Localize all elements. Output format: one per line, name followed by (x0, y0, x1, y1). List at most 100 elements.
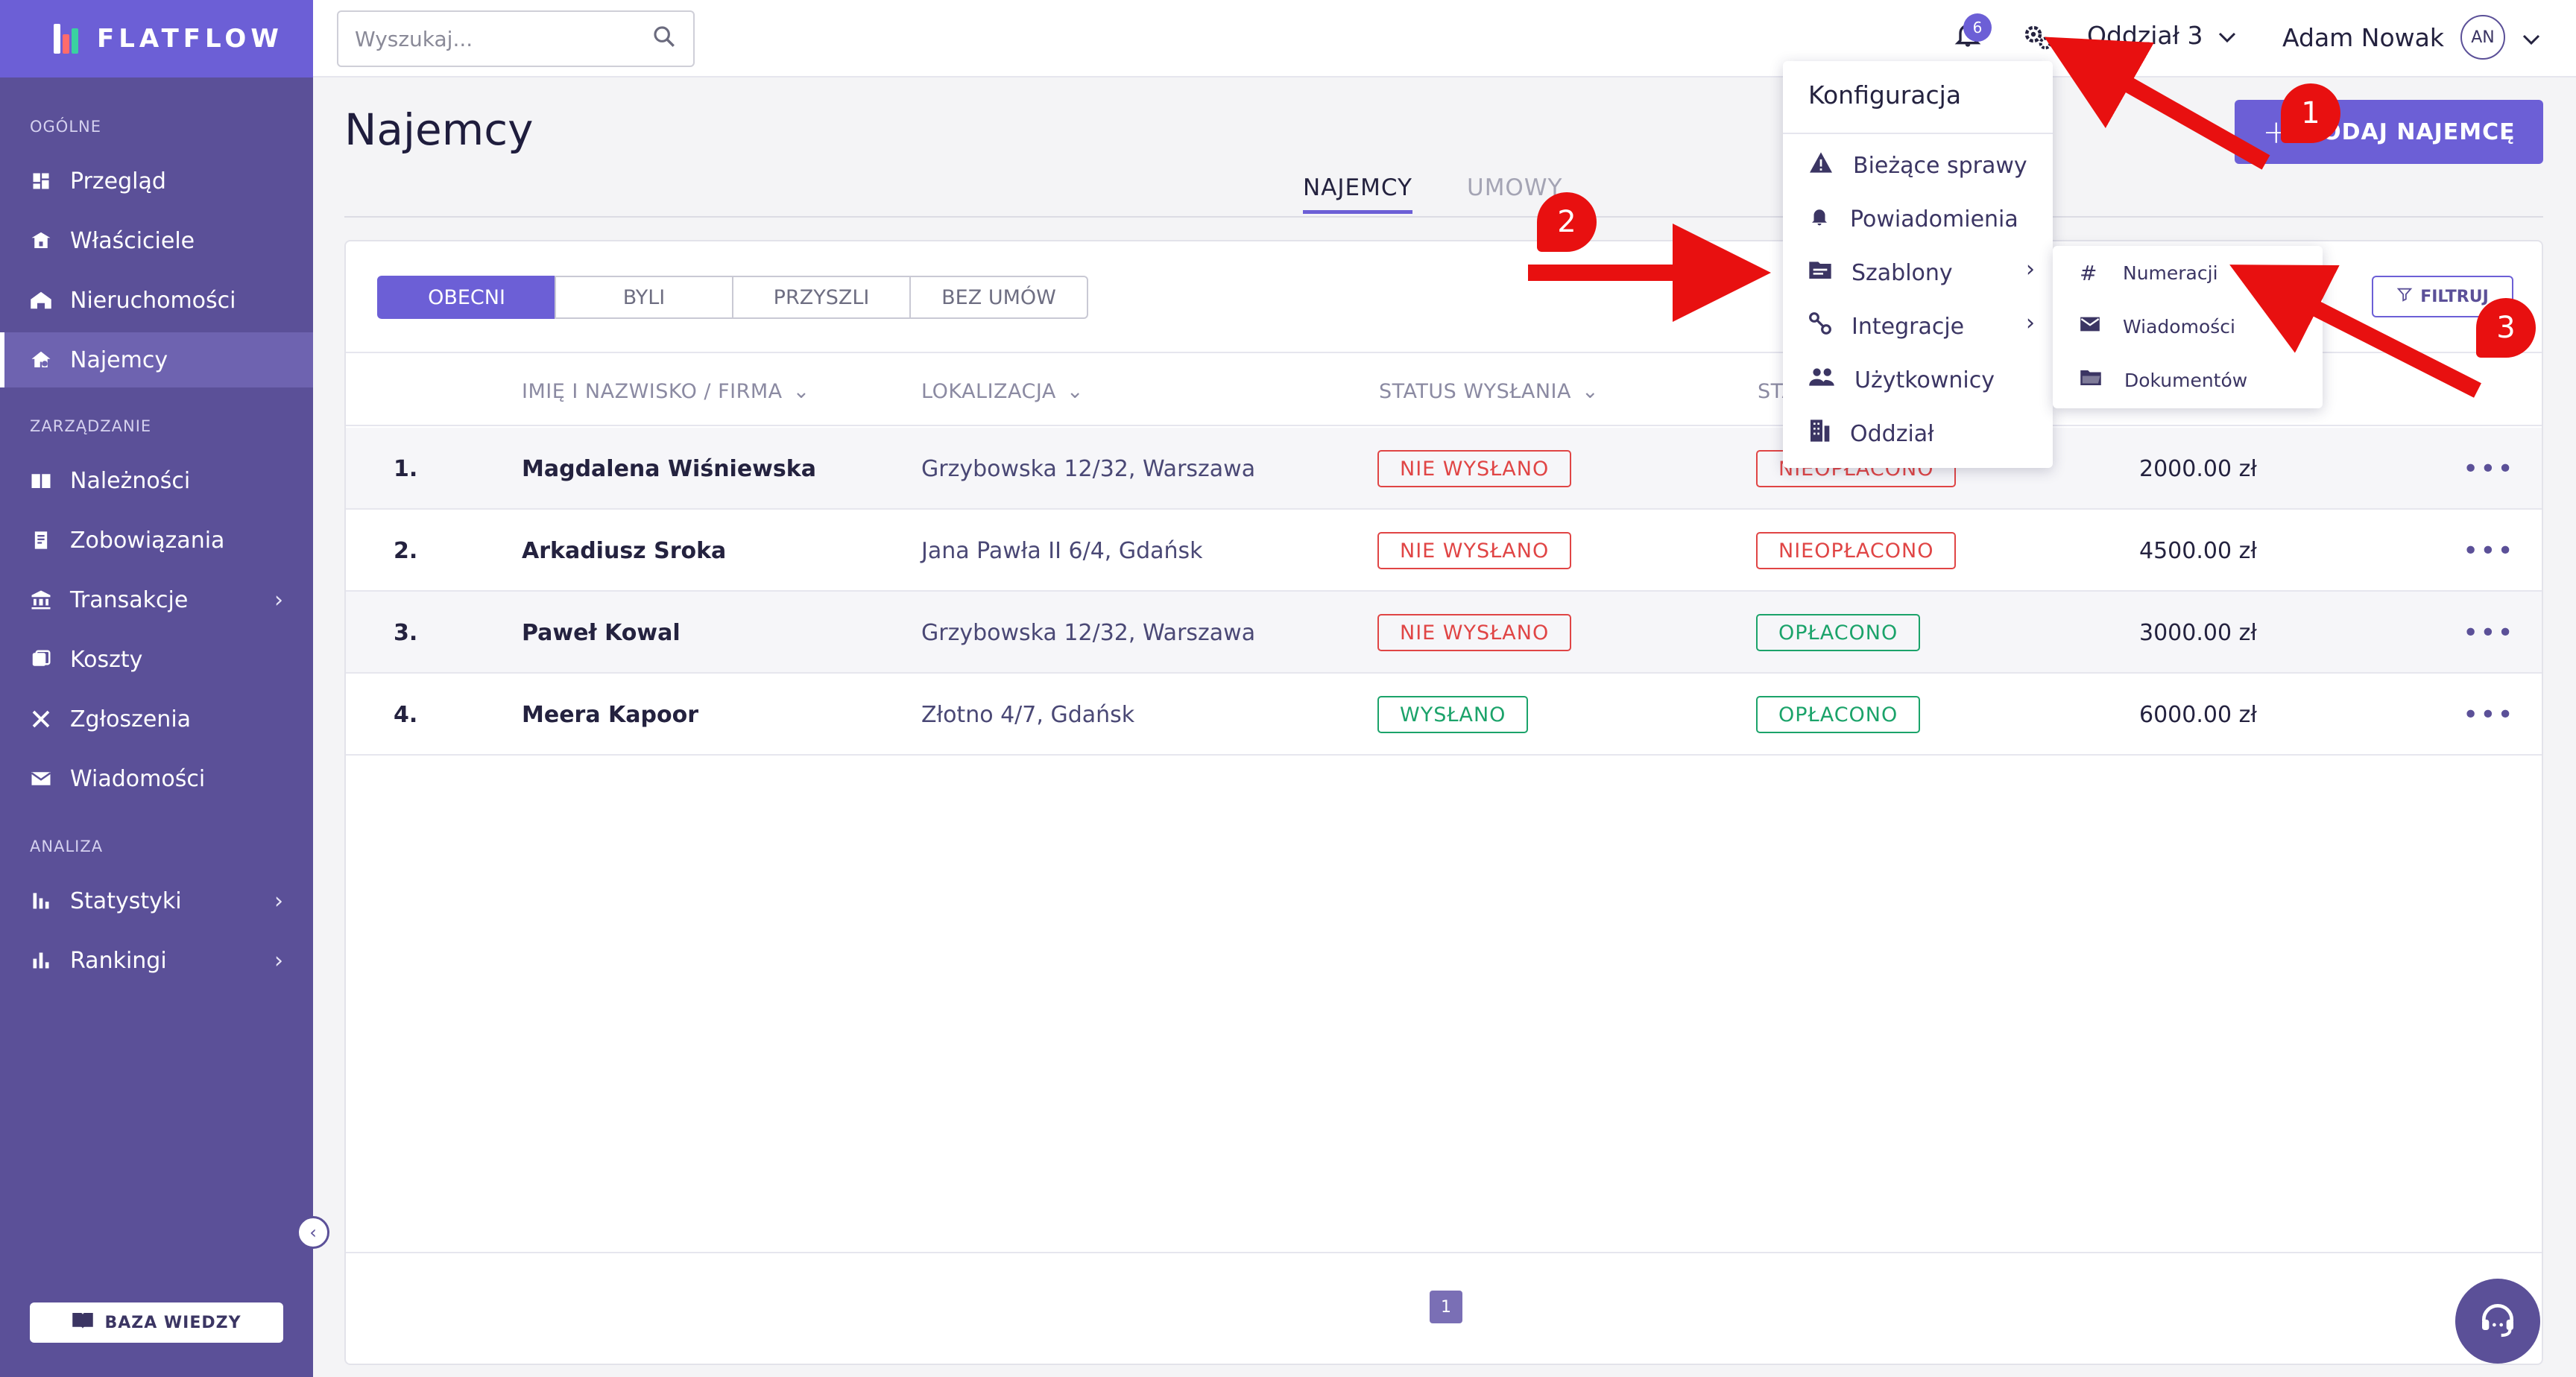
sidebar-item-tenants[interactable]: Najemcy (0, 332, 313, 387)
amount: 2000.00 zł (2139, 455, 2257, 482)
chevron-left-icon: ‹ (309, 1222, 317, 1243)
section-label-analysis: ANALIZA (30, 838, 104, 855)
segment-future[interactable]: PRZYSZLI (732, 276, 911, 319)
submenu-item-numbering[interactable]: # Numeracji (2080, 259, 2218, 286)
status-badge: NIE WYSŁANO (1377, 450, 1572, 487)
chevron-right-icon: › (2026, 256, 2035, 282)
table-row[interactable]: 4. Meera Kapoor Złotno 4/7, Gdańsk WYSŁA… (346, 674, 2542, 756)
row-number: 2. (394, 537, 418, 564)
row-actions-button[interactable]: ••• (2463, 428, 2515, 510)
tenants-card: OBECNI BYLI PRZYSZLI BEZ UMÓW FILTRUJ IM… (344, 240, 2543, 1365)
tenant-name[interactable]: Paweł Kowal (522, 592, 681, 674)
brand[interactable]: FLATFLOW (0, 0, 313, 77)
row-number: 3. (394, 619, 418, 646)
segment-current[interactable]: OBECNI (377, 276, 556, 319)
chevron-right-icon: › (2026, 310, 2035, 336)
submenu-item-label: Numeracji (2123, 262, 2218, 284)
submenu-item-messages[interactable]: Wiadomości (2080, 313, 2235, 340)
table-row[interactable]: 3. Paweł Kowal Grzybowska 12/32, Warszaw… (346, 592, 2542, 674)
menu-item-notifications[interactable]: Powiadomienia (1808, 204, 2018, 234)
sidebar-item-rankings[interactable]: Rankingi › (0, 933, 313, 988)
status-badge: OPŁACONO (1756, 696, 1921, 733)
chevron-right-icon: › (274, 947, 283, 974)
tab-contracts[interactable]: UMOWY (1467, 174, 1562, 201)
payment-status-cell: NIEOPŁACONO (1756, 510, 1957, 592)
menu-item-branch[interactable]: Oddział (1808, 419, 1934, 449)
collapse-sidebar-button[interactable]: ‹ (297, 1216, 329, 1249)
segment-former[interactable]: BYLI (555, 276, 733, 319)
status-badge: WYSŁANO (1377, 696, 1529, 733)
menu-item-users[interactable]: Użytkownicy (1808, 365, 1995, 395)
templates-submenu: # Numeracji Wiadomości Dokumentów (2053, 246, 2323, 408)
tenant-name[interactable]: Arkadiusz Sroka (522, 510, 726, 592)
table-row[interactable]: 1. Magdalena Wiśniewska Grzybowska 12/32… (346, 428, 2542, 510)
sidebar-item-transactions[interactable]: Transakcje › (0, 572, 313, 627)
sidebar-item-statistics[interactable]: Statystyki › (0, 873, 313, 928)
sidebar-item-properties[interactable]: Nieruchomości (0, 273, 313, 328)
receivables-icon (30, 469, 52, 492)
row-actions-button[interactable]: ••• (2463, 674, 2515, 756)
annotation-marker-1: 1 (2281, 83, 2340, 143)
tenant-name[interactable]: Magdalena Wiśniewska (522, 428, 816, 510)
column-header-name[interactable]: IMIĘ I NAZWISKO / FIRMA ⌄ (522, 380, 810, 403)
sidebar-item-receivables[interactable]: Należności (0, 453, 313, 508)
sidebar-item-overview[interactable]: Przegląd (0, 153, 313, 209)
row-actions-button[interactable]: ••• (2463, 510, 2515, 592)
properties-icon (30, 289, 52, 311)
sidebar-item-costs[interactable]: Koszty (0, 632, 313, 687)
search-icon (651, 24, 677, 54)
sidebar-item-tickets[interactable]: Zgłoszenia (0, 691, 313, 747)
menu-item-label: Oddział (1850, 420, 1934, 447)
branch-selector[interactable]: Oddział 3 (2087, 21, 2237, 50)
settings-button[interactable] (2020, 19, 2056, 58)
submenu-item-label: Dokumentów (2124, 369, 2248, 391)
filter-icon (2396, 286, 2413, 307)
segment-no-contracts[interactable]: BEZ UMÓW (909, 276, 1088, 319)
menu-item-templates[interactable]: Szablony (1808, 258, 2047, 288)
sidebar-item-liabilities[interactable]: Zobowiązania (0, 513, 313, 568)
mail-icon (2080, 315, 2100, 338)
submenu-item-label: Wiadomości (2123, 315, 2235, 338)
more-dots-icon: ••• (2463, 617, 2515, 648)
menu-item-label: Szablony (1852, 259, 1953, 286)
submenu-item-documents[interactable]: Dokumentów (2080, 367, 2247, 393)
sidebar-item-label: Zobowiązania (70, 527, 225, 554)
pagination-divider (346, 1252, 2542, 1253)
table-row[interactable]: 2. Arkadiusz Sroka Jana Pawła II 6/4, Gd… (346, 510, 2542, 592)
row-number: 4. (394, 701, 418, 728)
knowledge-base-button[interactable]: BAZA WIEDZY (30, 1302, 283, 1343)
column-header-location[interactable]: LOKALIZACJA ⌄ (921, 380, 1084, 403)
user-menu[interactable]: Adam Nowak AN (2282, 15, 2541, 60)
page-button-1[interactable]: 1 (1430, 1291, 1462, 1323)
tab-tenants[interactable]: NAJEMCY (1303, 174, 1412, 214)
sidebar-item-label: Właściciele (70, 227, 195, 254)
sidebar-item-messages[interactable]: Wiadomości (0, 751, 313, 806)
tab-label: NAJEMCY (1303, 174, 1412, 201)
support-chat-button[interactable] (2455, 1279, 2540, 1364)
tab-label: UMOWY (1467, 174, 1563, 201)
tabs-divider (344, 216, 2543, 218)
sidebar-item-owners[interactable]: Właściciele (0, 213, 313, 268)
knowledge-base-label: BAZA WIEDZY (104, 1313, 242, 1332)
tenant-name[interactable]: Meera Kapoor (522, 674, 698, 756)
tenant-location: Grzybowska 12/32, Warszawa (921, 455, 1256, 482)
row-actions-button[interactable]: ••• (2463, 592, 2515, 674)
filter-label: FILTRUJ (2420, 287, 2489, 306)
chevron-right-icon: › (274, 586, 283, 613)
tenants-icon (30, 349, 52, 371)
bank-icon (30, 589, 52, 611)
headset-icon (2477, 1299, 2519, 1343)
gear-icon (2020, 25, 2056, 58)
status-badge: NIEOPŁACONO (1756, 532, 1957, 569)
sidebar-item-label: Koszty (70, 646, 143, 673)
menu-item-current-matters[interactable]: Bieżące sprawy (1808, 151, 2027, 180)
warning-icon (1808, 151, 1834, 180)
search-input[interactable]: Wyszukaj... (337, 10, 695, 67)
sidebar-item-label: Rankingi (70, 947, 167, 974)
column-header-send-status[interactable]: STATUS WYSŁANIA ⌄ (1379, 380, 1599, 403)
menu-title: Konfiguracja (1808, 80, 1962, 110)
menu-item-integrations[interactable]: Integracje (1808, 311, 1964, 341)
status-badge: NIE WYSŁANO (1377, 532, 1572, 569)
send-status-cell: NIE WYSŁANO (1377, 510, 1572, 592)
status-badge: NIE WYSŁANO (1377, 614, 1572, 651)
